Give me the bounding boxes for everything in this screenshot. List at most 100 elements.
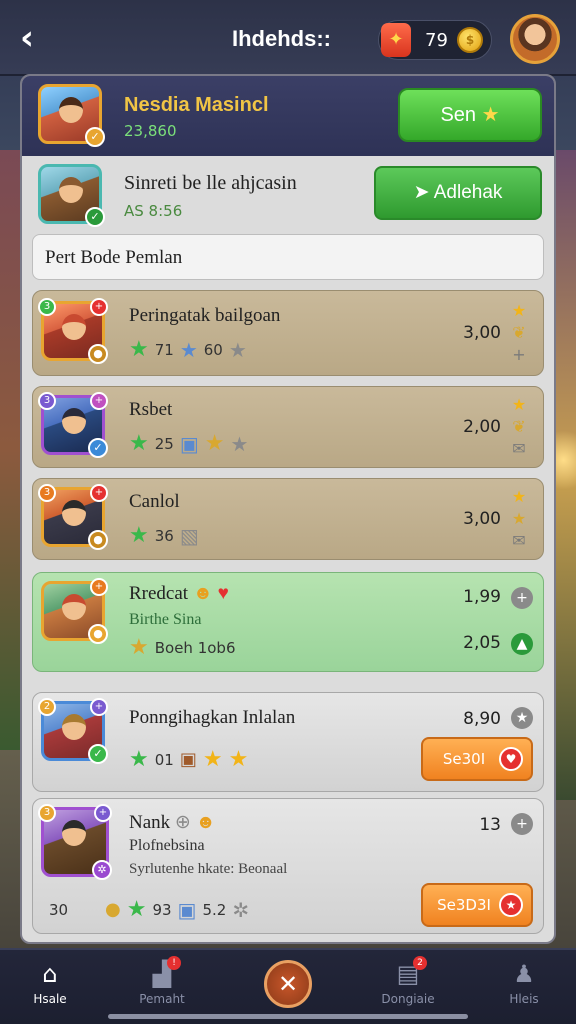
coin-icon: ● <box>105 899 121 920</box>
plus-icon[interactable]: + <box>509 345 529 364</box>
mail-icon[interactable]: ✉ <box>509 439 529 458</box>
level-icon: 3 <box>38 484 56 502</box>
gift-button[interactable]: Se3D3I ★ <box>421 883 533 927</box>
emoji-icon: ☻ <box>195 812 216 833</box>
card-title: Nank ⊕ ☻ <box>129 811 216 834</box>
currency-display[interactable]: ✦ 79 $ <box>378 20 492 60</box>
level-icon: 3 <box>38 804 56 822</box>
card-title-text: Rredcat <box>129 583 189 604</box>
coin-badge-icon: ● <box>88 344 108 364</box>
nav-home[interactable]: ⌂ Hsale <box>10 960 90 1016</box>
green-star-icon: ★ <box>129 523 149 548</box>
gift-button[interactable]: Se30I ♥ <box>421 737 533 781</box>
character-portrait: 3 + ● <box>38 484 108 550</box>
top-header: ‹ Ihdehds:: ✦ 79 $ <box>0 0 576 76</box>
send-button[interactable]: Sen ★ <box>398 88 542 142</box>
card-score: 3,00 <box>463 509 501 529</box>
ribbon-icon: ❦ <box>512 323 526 342</box>
card-stats: ● ★ 93 ▣ 5.2 ✲ <box>105 897 249 922</box>
card-title: Peringatak bailgoan <box>129 305 281 326</box>
back-button[interactable]: ‹ <box>20 20 56 56</box>
card-title: Rsbet <box>129 399 173 420</box>
green-star-icon: ★ <box>129 747 149 772</box>
main-panel: ✓ Nesdia Masincl 23,860 Sen ★ ✓ Sinreti … <box>20 74 556 944</box>
plus-icon: + <box>90 578 108 596</box>
center-action-button[interactable]: ✕ <box>264 960 312 1008</box>
crossed-swords-icon: ✕ <box>277 970 299 998</box>
player-score: 23,860 <box>124 122 177 140</box>
star-icon: ★ <box>511 301 527 320</box>
chevron-left-icon: ‹ <box>20 18 35 58</box>
star-icon: ★ <box>481 104 500 126</box>
blue-gift-icon: ▣ <box>177 897 197 922</box>
list-item[interactable]: 3 + ✲ Nank ⊕ ☻ Plofnebsina Syrlutenhe hk… <box>32 798 544 934</box>
check-icon: ✓ <box>88 744 108 764</box>
nav-profile-label: Hleis <box>509 992 539 1006</box>
nav-profile[interactable]: ♟ Hleis <box>484 960 564 1016</box>
list-item[interactable]: 3 + ● Canlol ★ 36 ▧ 3,00 ★ ★ ✉ <box>32 478 544 560</box>
badge-icon: ✓ <box>85 127 105 147</box>
stat-value: 5.2 <box>202 900 227 919</box>
emoji-icon: ☻ <box>192 583 213 604</box>
card-stats: ★ 36 ▧ <box>129 523 199 548</box>
mail-icon[interactable]: ✉ <box>509 531 529 550</box>
nav-home-label: Hsale <box>33 992 67 1006</box>
green-star-icon: ★ <box>126 897 147 922</box>
section-label: Pert Bode Pemlan <box>45 247 183 268</box>
stat-value: 36 <box>154 526 174 545</box>
character-portrait: 3 + ● <box>38 298 108 364</box>
nav-messages[interactable]: ▤ 2 Dongiaie <box>368 956 448 1016</box>
left-number: 30 <box>49 901 69 919</box>
home-icon: ⌂ <box>42 960 58 988</box>
card-subtitle: Plofnebsina <box>129 837 205 854</box>
stat-value: 60 <box>203 340 223 359</box>
accept-button[interactable]: ➤ Adlehak <box>374 166 542 220</box>
plus-icon: + <box>90 484 108 502</box>
plus-icon: + <box>90 698 108 716</box>
plus-icon: + <box>90 392 108 410</box>
nav-shop[interactable]: ▟! Pemaht <box>122 956 202 1016</box>
stat-label: Boeh 1ob6 <box>154 638 236 657</box>
gray-star-icon: ★ <box>230 431 249 456</box>
card-title-text: Nank <box>129 812 171 833</box>
level-icon: 3 <box>38 392 56 410</box>
card-score-bottom: 2,05 <box>463 633 501 653</box>
list-item[interactable]: 2 + ✓ Ponngihagkan Inlalan ★ 01 ▣ ★ ★ 8,… <box>32 692 544 792</box>
gray-star-icon: ★ <box>228 337 247 362</box>
chest-icon: ▣ <box>179 749 197 770</box>
add-icon[interactable]: + <box>511 587 533 609</box>
card-title: Rredcat ☻ ♥ <box>129 583 229 605</box>
up-arrow-icon[interactable]: ▲ <box>511 633 533 655</box>
card-score: 3,00 <box>463 323 501 343</box>
user-avatar[interactable] <box>510 14 560 64</box>
list-item[interactable]: 3 + ✓ Rsbet ★ 25 ▣ ★ ★ 2,00 ★ ❦ ✉ <box>32 386 544 468</box>
notification-badge: 2 <box>413 956 427 970</box>
plus-icon: + <box>94 804 112 822</box>
gold-star-icon: ★ <box>228 747 249 772</box>
green-star-icon: ★ <box>129 431 149 456</box>
list-item-highlighted[interactable]: + ● Rredcat ☻ ♥ Birthe Sina ★ Boeh 1ob6 … <box>32 572 544 672</box>
card-title: Canlol <box>129 491 180 512</box>
blue-gift-icon: ▣ <box>179 431 199 456</box>
check-icon: ✓ <box>85 207 105 227</box>
gift-icon: ✦ <box>381 23 411 57</box>
nav-messages-label: Dongiaie <box>381 992 435 1006</box>
character-portrait: 2 + ✓ <box>38 698 108 764</box>
heart-icon: ♥ <box>217 583 229 604</box>
invite-name: Sinreti be lle ahjcasin <box>124 172 297 194</box>
plus-circle-icon: ⊕ <box>174 812 191 833</box>
gold-star-icon: ★ <box>202 747 223 772</box>
star-icon: ★ <box>511 395 527 414</box>
list-item[interactable]: 3 + ● Peringatak bailgoan ★ 71 ★ 60 ★ 3,… <box>32 290 544 376</box>
coin-badge-icon: ● <box>88 530 108 550</box>
person-icon: ♟ <box>513 960 535 988</box>
check-icon: ✓ <box>88 438 108 458</box>
add-icon[interactable]: + <box>511 813 533 835</box>
send-label: Sen <box>440 104 477 126</box>
stat-value: 71 <box>154 340 174 359</box>
card-stats: ★ Boeh 1ob6 <box>129 635 236 660</box>
bottom-navigation: ⌂ Hsale ▟! Pemaht ✕ ▤ 2 Dongiaie ♟ Hleis <box>0 948 576 1024</box>
card-score: 13 <box>479 815 501 835</box>
player-portrait: ✓ <box>38 84 105 147</box>
chat-icon: ▤ 2 <box>393 956 427 988</box>
